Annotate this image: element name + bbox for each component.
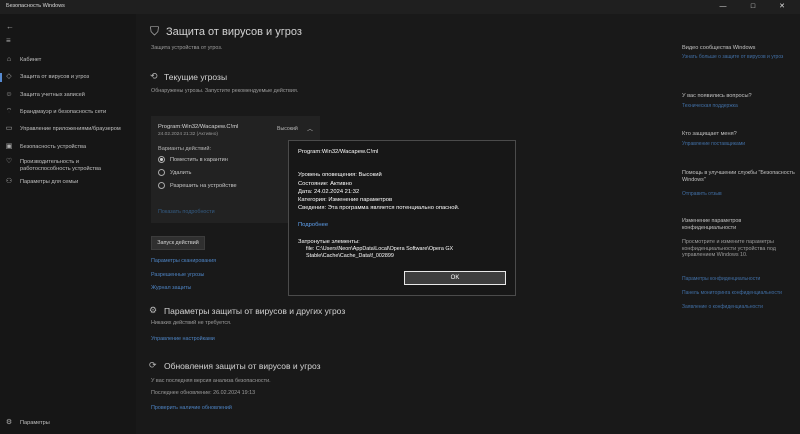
threat-description: Сведения: Эта программа является потенци… [298,205,460,211]
threat-status: Состояние: Активно [298,181,353,187]
window-title: Безопасность Windows [6,3,65,9]
threat-date: Дата: 24.02.2024 21:32 [298,189,360,195]
affected-items-title: Затронутые элементы: [298,239,360,245]
learn-more-link[interactable]: Подробнее [298,222,328,228]
threat-details-dialog: Program:Win32/Wacapew.C!ml Уровень опове… [288,140,516,296]
ok-button[interactable]: OK [404,271,506,285]
alert-level: Уровень оповещения: Высокий [298,172,382,178]
maximize-icon[interactable]: □ [746,2,760,12]
affected-file-path: file: C:\Users\Neon\AppData\Local\Opera … [306,246,454,259]
threat-category: Категория: Изменение параметров [298,197,393,203]
dialog-title: Program:Win32/Wacapew.C!ml [298,149,379,155]
minimize-icon[interactable]: — [716,2,730,12]
close-icon[interactable]: ✕ [775,2,789,12]
title-bar: Безопасность Windows — □ ✕ [0,0,800,14]
